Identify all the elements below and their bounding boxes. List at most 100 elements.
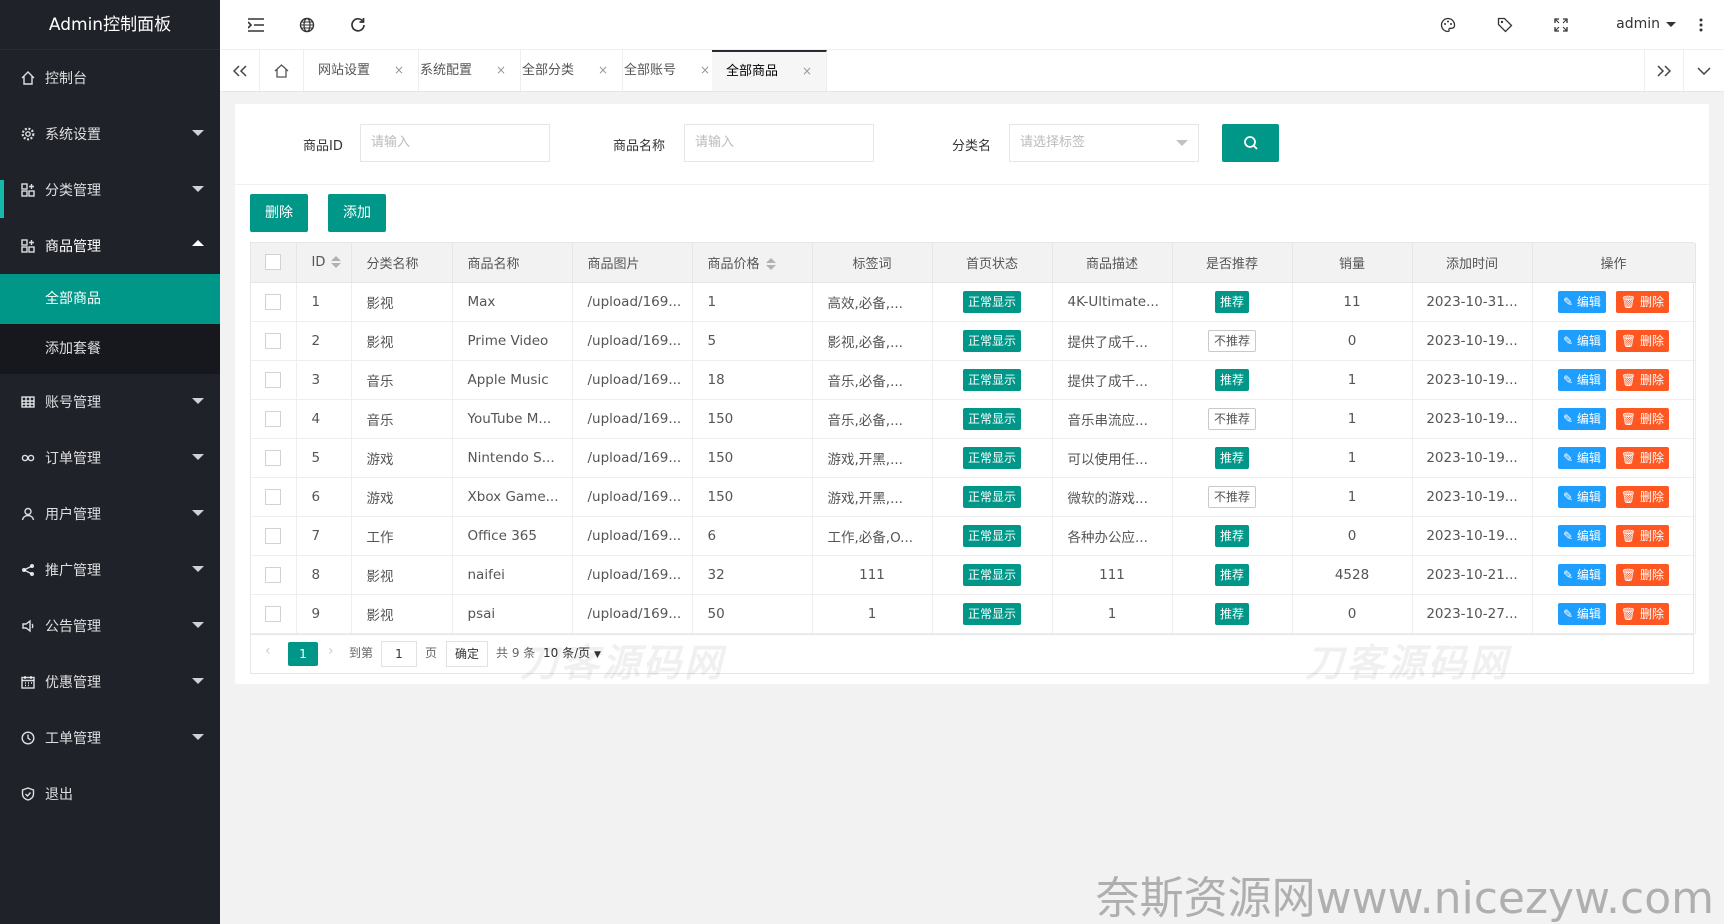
delete-row-button[interactable]: 🗑 删除	[1615, 407, 1669, 430]
theme-icon[interactable]	[1439, 16, 1457, 34]
delete-row-button[interactable]: 🗑 删除	[1615, 368, 1669, 391]
chevron-down-icon	[192, 678, 204, 684]
row-checkbox[interactable]	[265, 332, 282, 349]
edit-button[interactable]: ✎ 编辑	[1558, 563, 1606, 586]
row-checkbox[interactable]	[265, 371, 282, 388]
delete-row-button[interactable]: 🗑 删除	[1615, 446, 1669, 469]
close-icon[interactable]: ×	[700, 63, 710, 77]
edit-button[interactable]: ✎ 编辑	[1558, 446, 1606, 469]
next-page-icon[interactable]: ›	[328, 643, 334, 659]
delete-row-button[interactable]: 🗑 删除	[1615, 563, 1669, 586]
sidebar-item-bottom-5[interactable]: 优惠管理	[0, 654, 220, 710]
col-price[interactable]: 商品价格	[692, 243, 813, 283]
row-checkbox[interactable]	[265, 410, 282, 427]
tab-3[interactable]: 全部账号 ×	[610, 50, 726, 91]
row-checkbox[interactable]	[265, 566, 282, 583]
sidebar-subitem-0[interactable]: 全部商品	[0, 274, 220, 324]
product-name-input[interactable]: 请输入	[684, 124, 874, 162]
tabs-next-icon[interactable]	[1644, 50, 1684, 91]
delete-button[interactable]: 删除	[250, 194, 308, 232]
row-checkbox[interactable]	[265, 293, 282, 310]
menu-fold-icon[interactable]	[247, 16, 265, 34]
select-all-cell[interactable]	[251, 243, 297, 283]
edit-button[interactable]: ✎ 编辑	[1558, 290, 1606, 313]
delete-label: 删除	[1639, 333, 1664, 348]
cell-time: 2023-10-27...	[1412, 594, 1533, 634]
goto-page-input[interactable]: 1	[381, 641, 417, 667]
tag-icon[interactable]	[1496, 16, 1514, 34]
row-select-cell[interactable]	[251, 360, 297, 400]
delete-row-button[interactable]: 🗑 删除	[1615, 329, 1669, 352]
col-id[interactable]: ID	[296, 243, 352, 283]
sidebar-item-top-0[interactable]: 控制台	[0, 50, 220, 106]
tab-0[interactable]: 网站设置 ×	[304, 50, 420, 91]
delete-row-button[interactable]: 🗑 删除	[1615, 485, 1669, 508]
close-icon[interactable]: ×	[598, 63, 608, 77]
refresh-icon[interactable]	[349, 16, 367, 34]
edit-button[interactable]: ✎ 编辑	[1558, 485, 1606, 508]
cell-status: 正常显示	[932, 360, 1053, 400]
row-checkbox[interactable]	[265, 449, 282, 466]
edit-button[interactable]: ✎ 编辑	[1558, 329, 1606, 352]
row-checkbox[interactable]	[265, 488, 282, 505]
tabs-prev-icon[interactable]	[220, 50, 260, 91]
sort-icon[interactable]	[765, 258, 776, 271]
cell-image: /upload/169...	[572, 360, 693, 400]
category-select[interactable]: 请选择标签	[1009, 124, 1199, 162]
row-select-cell[interactable]	[251, 516, 297, 556]
row-select-cell[interactable]	[251, 321, 297, 361]
tab-home-icon[interactable]	[260, 50, 304, 91]
delete-row-button[interactable]: 🗑 删除	[1615, 602, 1669, 625]
product-id-input[interactable]: 请输入	[360, 124, 550, 162]
delete-row-button[interactable]: 🗑 删除	[1615, 290, 1669, 313]
sort-icon[interactable]	[331, 256, 342, 269]
row-select-cell[interactable]	[251, 438, 297, 478]
tab-4[interactable]: 全部商品 ×	[712, 50, 828, 91]
row-select-cell[interactable]	[251, 399, 297, 439]
more-vertical-icon[interactable]	[1692, 16, 1710, 34]
sidebar-item-bottom-1[interactable]: 订单管理	[0, 430, 220, 486]
recommend-badge: 推荐	[1214, 446, 1249, 469]
sidebar-item-bottom-4[interactable]: 公告管理	[0, 598, 220, 654]
user-menu[interactable]: admin	[1616, 16, 1676, 32]
sidebar-subitem-1[interactable]: 添加套餐	[0, 324, 220, 374]
edit-button[interactable]: ✎ 编辑	[1558, 368, 1606, 391]
sidebar-item-bottom-7[interactable]: 退出	[0, 766, 220, 822]
row-checkbox[interactable]	[265, 605, 282, 622]
edit-button[interactable]: ✎ 编辑	[1558, 602, 1606, 625]
cell-image: /upload/169...	[572, 399, 693, 439]
add-button[interactable]: 添加	[328, 194, 386, 232]
sidebar-item-bottom-2[interactable]: 用户管理	[0, 486, 220, 542]
row-select-cell[interactable]	[251, 477, 297, 517]
prev-page-icon[interactable]: ‹	[265, 643, 271, 659]
row-checkbox[interactable]	[265, 527, 282, 544]
close-icon[interactable]: ×	[394, 63, 404, 77]
row-select-cell[interactable]	[251, 594, 297, 634]
cell-category: 游戏	[351, 438, 453, 478]
tabs-dropdown-icon[interactable]	[1684, 50, 1724, 91]
goto-confirm-button[interactable]: 确定	[446, 641, 488, 667]
tab-1[interactable]: 系统配置 ×	[406, 50, 522, 91]
tab-2[interactable]: 全部分类 ×	[508, 50, 624, 91]
sidebar-item-bottom-0[interactable]: 账号管理	[0, 374, 220, 430]
search-button[interactable]	[1222, 124, 1279, 162]
page-current[interactable]: 1	[288, 642, 318, 666]
edit-button[interactable]: ✎ 编辑	[1558, 407, 1606, 430]
sidebar-item-top-2[interactable]: 分类管理	[0, 162, 220, 218]
app-logo[interactable]: Admin控制面板	[0, 0, 220, 50]
close-icon[interactable]: ×	[496, 63, 506, 77]
edit-button[interactable]: ✎ 编辑	[1558, 524, 1606, 547]
sidebar-item-top-3[interactable]: 商品管理	[0, 218, 220, 274]
row-select-cell[interactable]	[251, 555, 297, 595]
edit-label: 编辑	[1576, 528, 1601, 543]
row-select-cell[interactable]	[251, 282, 297, 322]
sidebar-item-top-1[interactable]: 系统设置	[0, 106, 220, 162]
recommend-badge: 不推荐	[1207, 407, 1256, 430]
sidebar-item-bottom-3[interactable]: 推广管理	[0, 542, 220, 598]
close-icon[interactable]: ×	[802, 64, 812, 78]
sidebar-item-bottom-6[interactable]: 工单管理	[0, 710, 220, 766]
fullscreen-icon[interactable]	[1552, 16, 1570, 34]
delete-row-button[interactable]: 🗑 删除	[1615, 524, 1669, 547]
select-all-checkbox[interactable]	[265, 254, 282, 271]
website-icon[interactable]	[298, 16, 316, 34]
